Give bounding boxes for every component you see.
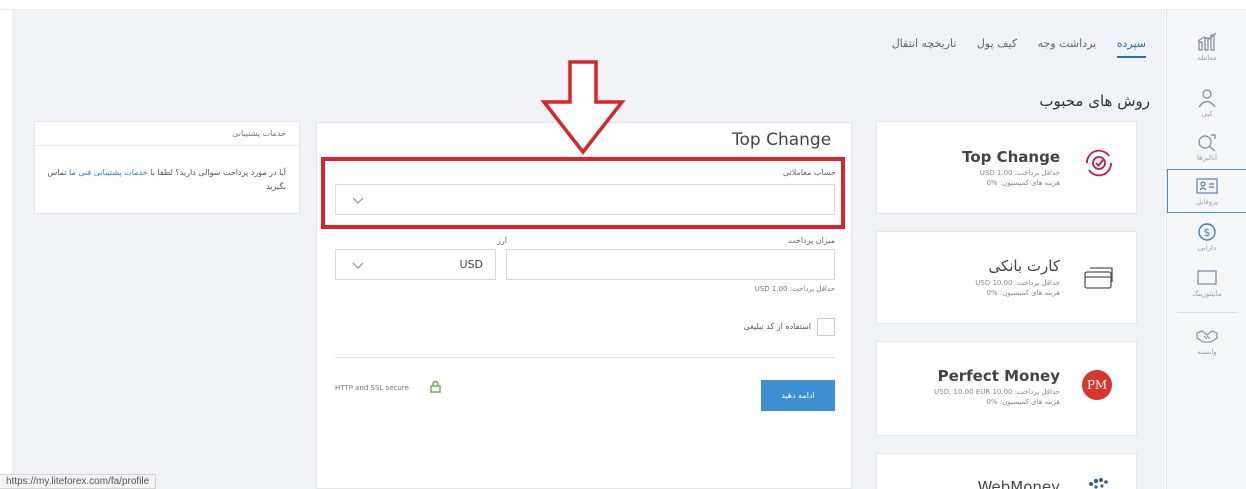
monitor-icon bbox=[1197, 270, 1217, 285]
chevron-down-icon bbox=[352, 262, 364, 269]
sidebar-item-affiliate[interactable]: وابسته bbox=[1167, 320, 1246, 364]
payment-method-webmoney[interactable]: WebMoney bbox=[876, 453, 1137, 489]
currency-select[interactable]: USD bbox=[335, 249, 496, 280]
form-divider bbox=[335, 357, 835, 358]
top-strip bbox=[0, 0, 1246, 10]
sidebar-item-monitoring[interactable]: مانیتورینگ bbox=[1167, 262, 1246, 306]
support-header: خدمات پشتیبانی bbox=[34, 121, 300, 146]
analytics-icon bbox=[1198, 134, 1216, 152]
status-bar-url: https://my.liteforex.com/fa/profile bbox=[0, 474, 157, 489]
sidebar-item-label: دارایی bbox=[1197, 244, 1217, 252]
sidebar-item-analytics[interactable]: آنالیزها bbox=[1167, 126, 1246, 170]
method-details: حداقل پرداخت: USD 1.00 هزینه های کمیسیون:… bbox=[979, 169, 1060, 187]
sidebar-item-assets[interactable]: $ دارایی bbox=[1167, 216, 1246, 260]
tab-withdraw[interactable]: برداشت وجه bbox=[1038, 37, 1097, 56]
method-details: حداقل پرداخت: 10.00 USD, 10.00 EUR هزینه … bbox=[934, 388, 1060, 406]
sidebar-item-label: معامله bbox=[1197, 54, 1217, 62]
currency-value: USD bbox=[459, 258, 483, 271]
amount-input[interactable] bbox=[506, 249, 835, 280]
svg-text:$: $ bbox=[1204, 226, 1211, 239]
support-link[interactable]: خدمات پشتیبانی فنی ما bbox=[69, 168, 148, 177]
currency-label: ارز bbox=[497, 236, 507, 245]
sidebar-item-label: کپی bbox=[1201, 110, 1213, 118]
top-change-icon bbox=[1086, 149, 1112, 177]
secure-text: HTTP and SSL secure bbox=[335, 384, 409, 392]
amount-label: میزان پرداخت bbox=[788, 236, 835, 245]
sidebar-item-profile[interactable]: پروفایل bbox=[1167, 169, 1246, 213]
highlight-box bbox=[321, 157, 845, 229]
sidebar-item-label: وابسته bbox=[1197, 348, 1217, 356]
sidebar-item-trade[interactable]: معامله bbox=[1167, 26, 1246, 70]
support-title: خدمات پشتیبانی bbox=[232, 129, 286, 138]
tab-wallet[interactable]: کیف پول bbox=[977, 37, 1017, 56]
method-name: کارت بانکی bbox=[988, 257, 1060, 275]
webmoney-icon bbox=[1089, 478, 1108, 489]
perfect-money-icon: PM bbox=[1082, 370, 1112, 400]
bank-card-icon bbox=[1084, 267, 1113, 289]
section-title: روش های محبوب bbox=[1039, 92, 1150, 110]
promo-code-checkbox[interactable] bbox=[817, 318, 835, 336]
dollar-coin-icon: $ bbox=[1198, 223, 1216, 241]
chart-icon bbox=[1197, 32, 1217, 51]
profile-card-icon bbox=[1196, 178, 1218, 194]
sidebar-item-label: مانیتورینگ bbox=[1192, 290, 1222, 298]
payment-method-perfect-money[interactable]: Perfect Money حداقل پرداخت: 10.00 USD, 1… bbox=[876, 341, 1137, 436]
promo-code-label: استفاده از کد تبلیغی bbox=[743, 322, 811, 331]
form-title: Top Change bbox=[732, 130, 832, 150]
sidebar: معامله کپی آنالیزها پروفایل $ دارایی مان… bbox=[1166, 10, 1246, 489]
sidebar-divider bbox=[1177, 312, 1237, 313]
method-details: حداقل پرداخت: USD 10.00 هزینه های کمیسیون… bbox=[975, 279, 1060, 297]
payment-method-top-change[interactable]: Top Change حداقل پرداخت: USD 1.00 هزینه ه… bbox=[876, 121, 1137, 214]
sidebar-item-label: پروفایل bbox=[1196, 198, 1218, 206]
support-text: آیا در مورد پرداخت سوالی دارید؟ لطفا با … bbox=[47, 168, 286, 191]
method-name: WebMoney bbox=[977, 478, 1060, 489]
lock-icon bbox=[430, 380, 441, 393]
min-payment-hint: حداقل پرداخت: USD 1.00 bbox=[754, 285, 835, 293]
method-name: Perfect Money bbox=[937, 367, 1060, 385]
payment-method-bank-card[interactable]: کارت بانکی حداقل پرداخت: USD 10.00 هزینه … bbox=[876, 231, 1137, 324]
sidebar-item-label: آنالیزها bbox=[1197, 154, 1217, 162]
method-name: Top Change bbox=[962, 148, 1060, 166]
continue-button[interactable]: ادامه دهید bbox=[761, 380, 835, 411]
copy-trader-icon bbox=[1198, 89, 1216, 108]
tab-bar: سپرده برداشت وجه کیف پول تاریخچه انتقال bbox=[875, 37, 1146, 58]
down-arrow-icon bbox=[540, 60, 626, 155]
tab-transfer-history[interactable]: تاریخچه انتقال bbox=[892, 37, 957, 56]
tab-deposit[interactable]: سپرده bbox=[1116, 37, 1146, 58]
sidebar-item-copy[interactable]: کپی bbox=[1167, 82, 1246, 126]
handshake-icon bbox=[1196, 330, 1218, 343]
